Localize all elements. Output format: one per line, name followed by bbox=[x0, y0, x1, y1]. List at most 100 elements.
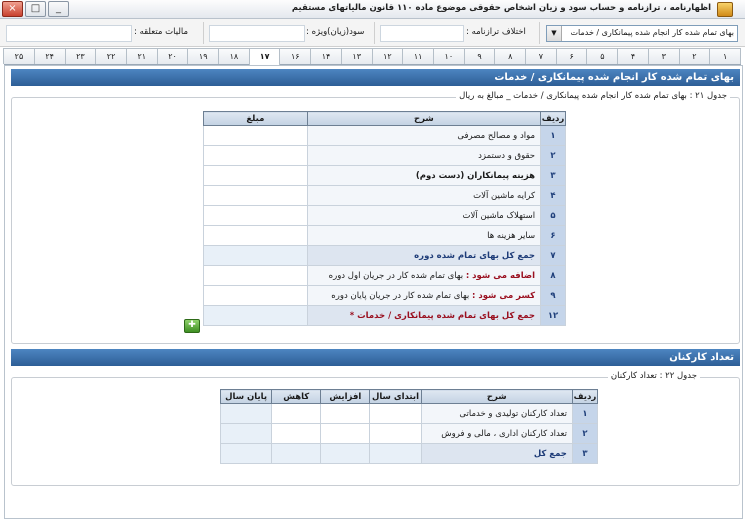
row-number: ۱۲ bbox=[540, 305, 566, 326]
row-label: تعداد کارکنان اداری ، مالی و فروش bbox=[420, 423, 573, 444]
tab-3[interactable]: ۳ bbox=[647, 48, 680, 64]
balance-diff-label: اختلاف ترازنامه : bbox=[466, 27, 526, 37]
tab-13[interactable]: ۱۳ bbox=[340, 48, 373, 64]
row-label: تعداد کارکنان تولیدی و خدماتی bbox=[420, 403, 573, 424]
row-label: اضافه می شود : بهای تمام شده کار در جریا… bbox=[306, 265, 542, 286]
increase-input[interactable] bbox=[320, 403, 371, 424]
table-row: ۲ تعداد کارکنان اداری ، مالی و فروش bbox=[219, 423, 599, 444]
amount-input[interactable] bbox=[203, 145, 308, 166]
section-header-staff: تعداد کارکنان bbox=[11, 349, 740, 366]
tab-2[interactable]: ۲ bbox=[678, 48, 711, 64]
start-input[interactable] bbox=[369, 403, 422, 424]
tab-25[interactable]: ۲۵ bbox=[3, 48, 35, 64]
tab-6[interactable]: ۶ bbox=[555, 48, 588, 64]
col-description: شرح bbox=[306, 111, 542, 126]
minimize-button[interactable]: _ bbox=[48, 1, 69, 17]
table-row: ۹ کسر می شود : بهای تمام شده کار در جریا… bbox=[203, 285, 566, 306]
tab-11[interactable]: ۱۱ bbox=[402, 48, 434, 64]
amount-input[interactable] bbox=[203, 205, 308, 226]
tab-9[interactable]: ۹ bbox=[463, 48, 496, 64]
tax-field bbox=[6, 25, 132, 42]
row-number: ۳ bbox=[571, 443, 599, 464]
tab-16[interactable]: ۱۶ bbox=[279, 48, 312, 64]
col-row: ردیف bbox=[571, 389, 599, 404]
window-controls: × □ _ bbox=[2, 1, 69, 17]
col-row: ردیف bbox=[540, 111, 566, 126]
chevron-down-icon[interactable]: ▼ bbox=[547, 26, 562, 41]
row-label: جمع کل bbox=[420, 443, 573, 464]
amount-input[interactable] bbox=[203, 185, 308, 206]
row-label: سایر هزینه ها bbox=[306, 225, 542, 246]
table-row: ۴ کرایه ماشین آلات bbox=[203, 185, 566, 206]
col-decrease: کاهش bbox=[271, 389, 322, 404]
form-select-value: بهای تمام شده کار انجام شده پیمانکاری / … bbox=[570, 28, 734, 37]
tab-7[interactable]: ۷ bbox=[525, 48, 557, 64]
row-number: ۴ bbox=[540, 185, 566, 206]
tab-8[interactable]: ۸ bbox=[494, 48, 527, 64]
tab-24[interactable]: ۲۴ bbox=[33, 48, 66, 64]
tab-22[interactable]: ۲۲ bbox=[95, 48, 127, 64]
table-row: ۵ استهلاک ماشین آلات bbox=[203, 205, 566, 226]
row-label: جمع کل بهای تمام شده دوره bbox=[306, 245, 542, 266]
col-end: پایان سال bbox=[219, 389, 273, 404]
close-button[interactable]: × bbox=[2, 1, 23, 17]
tab-1[interactable]: ۱ bbox=[709, 48, 741, 64]
amount-input[interactable] bbox=[203, 225, 308, 246]
maximize-button[interactable]: □ bbox=[25, 1, 46, 17]
row-label: کسر می شود : بهای تمام شده کار در جریان … bbox=[306, 285, 542, 306]
tab-5[interactable]: ۵ bbox=[586, 48, 619, 64]
amount-total bbox=[203, 245, 308, 266]
tab-12[interactable]: ۱۲ bbox=[371, 48, 404, 64]
table-row: ۷ جمع کل بهای تمام شده دوره bbox=[203, 245, 566, 266]
col-amount: مبلغ bbox=[203, 111, 308, 126]
row-number: ۷ bbox=[540, 245, 566, 266]
decrease-input[interactable] bbox=[271, 423, 322, 444]
tab-4[interactable]: ۴ bbox=[617, 48, 649, 64]
tab-21[interactable]: ۲۱ bbox=[125, 48, 158, 64]
col-start: ابتدای سال bbox=[369, 389, 422, 404]
row-number: ۶ bbox=[540, 225, 566, 246]
profit-label: سود(زیان)ویژه : bbox=[306, 27, 365, 37]
tab-19[interactable]: ۱۹ bbox=[187, 48, 220, 64]
amount-input[interactable] bbox=[203, 125, 308, 146]
tab-10[interactable]: ۱۰ bbox=[432, 48, 465, 64]
tab-14[interactable]: ۱۴ bbox=[310, 48, 342, 64]
table-row: ۶ سایر هزینه ها bbox=[203, 225, 566, 246]
row-label: هزینه پیمانکاران (دست دوم) bbox=[306, 165, 542, 186]
start-input[interactable] bbox=[369, 423, 422, 444]
increase-total bbox=[320, 443, 371, 464]
table-row: ۲ حقوق و دستمزد bbox=[203, 145, 566, 166]
row-number: ۸ bbox=[540, 265, 566, 286]
row-label: مواد و مصالح مصرفی bbox=[306, 125, 542, 146]
add-row-icon[interactable]: ✚ bbox=[184, 319, 200, 333]
increase-input[interactable] bbox=[320, 423, 371, 444]
table-row: ۸ اضافه می شود : بهای تمام شده کار در جر… bbox=[203, 265, 566, 286]
row-number: ۱ bbox=[571, 403, 599, 424]
tab-18[interactable]: ۱۸ bbox=[218, 48, 250, 64]
app-icon bbox=[717, 2, 733, 17]
table-row: ۳ هزینه پیمانکاران (دست دوم) bbox=[203, 165, 566, 186]
main-panel: بهای تمام شده کار انجام شده پیمانکاری / … bbox=[4, 65, 743, 519]
row-label: استهلاک ماشین آلات bbox=[306, 205, 542, 226]
tab-17[interactable]: ۱۷ bbox=[248, 48, 281, 65]
col-increase: افزایش bbox=[320, 389, 371, 404]
decrease-input[interactable] bbox=[271, 403, 322, 424]
row-prefix: اضافه می شود : bbox=[465, 270, 536, 281]
toolbar-divider bbox=[374, 22, 375, 44]
amount-input[interactable] bbox=[203, 165, 308, 186]
form-select[interactable]: بهای تمام شده کار انجام شده پیمانکاری / … bbox=[546, 25, 738, 42]
toolbar-divider bbox=[203, 22, 204, 44]
cost-table-caption: جدول ۲۱ : بهای تمام شده کار انجام شده پی… bbox=[456, 91, 730, 101]
page-tabs: ۱ ۲ ۳ ۴ ۵ ۶ ۷ ۸ ۹ ۱۰ ۱۱ ۱۲ ۱۳ ۱۴ ۱۶ ۱۷ ۱… bbox=[3, 48, 741, 65]
amount-input[interactable] bbox=[203, 265, 308, 286]
tab-23[interactable]: ۲۳ bbox=[64, 48, 97, 64]
row-number: ۱ bbox=[540, 125, 566, 146]
row-label: جمع کل بهای تمام شده پیمانکاری / خدمات * bbox=[306, 305, 542, 326]
start-total bbox=[369, 443, 422, 464]
staff-table: ردیف شرح ابتدای سال افزایش کاهش پایان سا… bbox=[219, 389, 599, 464]
amount-input[interactable] bbox=[203, 285, 308, 306]
row-number: ۹ bbox=[540, 285, 566, 306]
row-number: ۵ bbox=[540, 205, 566, 226]
tab-20[interactable]: ۲۰ bbox=[156, 48, 189, 64]
row-label: حقوق و دستمزد bbox=[306, 145, 542, 166]
